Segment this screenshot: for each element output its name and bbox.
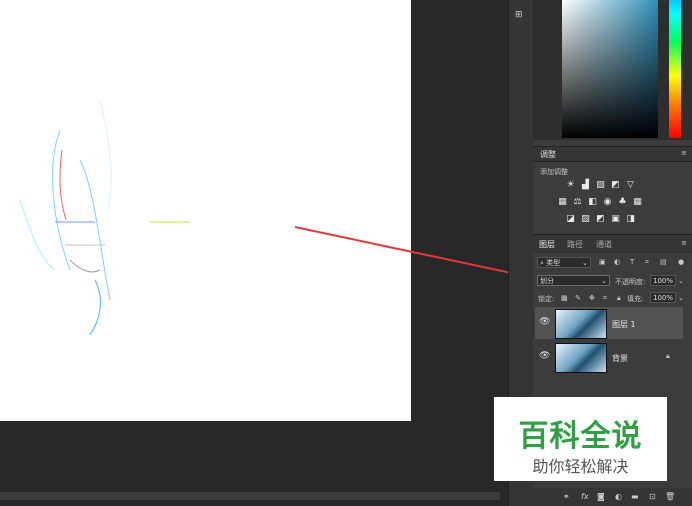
new-adjustment-icon[interactable]: ◐ (615, 492, 622, 501)
chevron-down-icon: ⌄ (582, 259, 588, 267)
lock-artboard-icon[interactable]: ⌗ (603, 294, 607, 303)
lock-paint-icon[interactable]: ✎ (575, 294, 581, 302)
invert-icon[interactable]: ◪ (566, 215, 575, 224)
visibility-eye-icon[interactable]: 👁︎ (539, 317, 550, 327)
filter-adjustment-icon[interactable]: ◐ (614, 258, 620, 266)
layer-row-background[interactable]: 👁︎ 背景 🔒︎ (535, 341, 683, 373)
layer-row-layer1[interactable]: 👁︎ 图层 1 (535, 307, 683, 339)
filter-smart-icon[interactable]: ▤ (660, 258, 667, 266)
panel-menu-icon[interactable]: ≡ (681, 149, 687, 157)
layers-tabbar: 图层 路径 通道 ≡ (533, 234, 692, 253)
color-balance-icon[interactable]: ⚖ (573, 198, 582, 207)
opacity-dropdown-icon[interactable]: ⌄ (678, 277, 684, 285)
posterize-icon[interactable]: ▨ (581, 215, 590, 224)
watermark-subtitle: 助你轻松解决 (532, 457, 629, 476)
new-group-icon[interactable]: ▬ (631, 492, 639, 501)
photo-filter-icon[interactable]: ◉ (603, 198, 612, 207)
layer-style-icon[interactable]: fx (581, 492, 589, 501)
gradient-map-icon[interactable]: ▣ (611, 215, 620, 224)
layer-name[interactable]: 图层 1 (612, 319, 636, 330)
fill-label: 填充: (627, 295, 644, 303)
new-layer-icon[interactable]: ⊡ (649, 492, 656, 501)
filter-kind-label: 类型 (546, 259, 561, 267)
hue-saturation-icon[interactable]: ▦ (558, 198, 567, 207)
lock-all-icon[interactable]: 🔒︎ (617, 294, 621, 303)
blend-mode-value: 划分 (540, 277, 554, 285)
layer-name[interactable]: 背景 (612, 353, 628, 364)
vibrance-icon[interactable]: ▽ (626, 181, 635, 190)
threshold-icon[interactable]: ◩ (596, 215, 605, 224)
layer-thumbnail (555, 343, 607, 373)
fill-input[interactable]: 100% (650, 292, 676, 303)
properties-icon[interactable]: ⊞ (515, 10, 523, 20)
filter-type-icon[interactable]: T (630, 258, 634, 266)
search-icon: ⌕ (540, 259, 544, 267)
brightness-icon[interactable]: ☀ (566, 181, 575, 190)
add-mask-icon[interactable]: ◙ (597, 492, 605, 501)
watermark-logo: 百科全说 助你轻松解决 (494, 397, 667, 481)
opacity-input[interactable]: 100% (650, 275, 676, 286)
lock-icon: 🔒︎ (666, 352, 670, 360)
layer-thumbnail (555, 309, 607, 339)
layer-filter-select[interactable]: ⌕ 类型 ⌄ (537, 257, 591, 268)
layers-bottom-bar: ⚭ fx ◙ ◐ ▬ ⊡ 🗑︎ (533, 488, 692, 506)
opacity-label: 不透明度: (615, 278, 646, 286)
selective-color-icon[interactable]: ◨ (626, 215, 635, 224)
add-adjustment-label: 添加调整 (540, 168, 568, 176)
tab-channels[interactable]: 通道 (596, 239, 612, 250)
delete-layer-icon[interactable]: 🗑︎ (665, 492, 675, 501)
link-layers-icon[interactable]: ⚭ (563, 492, 570, 501)
lock-transparent-icon[interactable]: ▩ (561, 294, 568, 302)
lock-label: 锁定: (538, 295, 555, 303)
curves-icon[interactable]: ▨ (596, 181, 605, 190)
visibility-eye-icon[interactable]: 👁︎ (539, 351, 550, 361)
exposure-icon[interactable]: ◩ (611, 181, 620, 190)
tab-paths[interactable]: 路径 (567, 239, 583, 250)
fill-dropdown-icon[interactable]: ⌄ (678, 294, 684, 302)
watermark-title: 百科全说 (518, 419, 643, 454)
lock-move-icon[interactable]: ✥ (589, 294, 595, 302)
adjustments-header: 调整 ≡ (533, 146, 692, 162)
blend-mode-select[interactable]: 划分 ⌄ (537, 275, 610, 286)
levels-icon[interactable]: ▟ (581, 181, 590, 190)
filter-pixel-icon[interactable]: ▣ (599, 258, 606, 266)
channel-mixer-icon[interactable]: ♣ (618, 198, 627, 207)
filter-shape-icon[interactable]: ⌗ (645, 258, 649, 267)
black-white-icon[interactable]: ◧ (588, 198, 597, 207)
filter-toggle-icon[interactable]: ● (678, 258, 684, 266)
layers-menu-icon[interactable]: ≡ (681, 239, 687, 247)
color-lookup-icon[interactable]: ▦ (633, 198, 642, 207)
adjustments-title[interactable]: 调整 (540, 149, 556, 160)
tab-layers[interactable]: 图层 (539, 239, 555, 250)
color-picker-field[interactable] (562, 0, 658, 138)
chevron-down-icon: ⌄ (601, 277, 607, 285)
hue-slider[interactable] (669, 0, 681, 138)
